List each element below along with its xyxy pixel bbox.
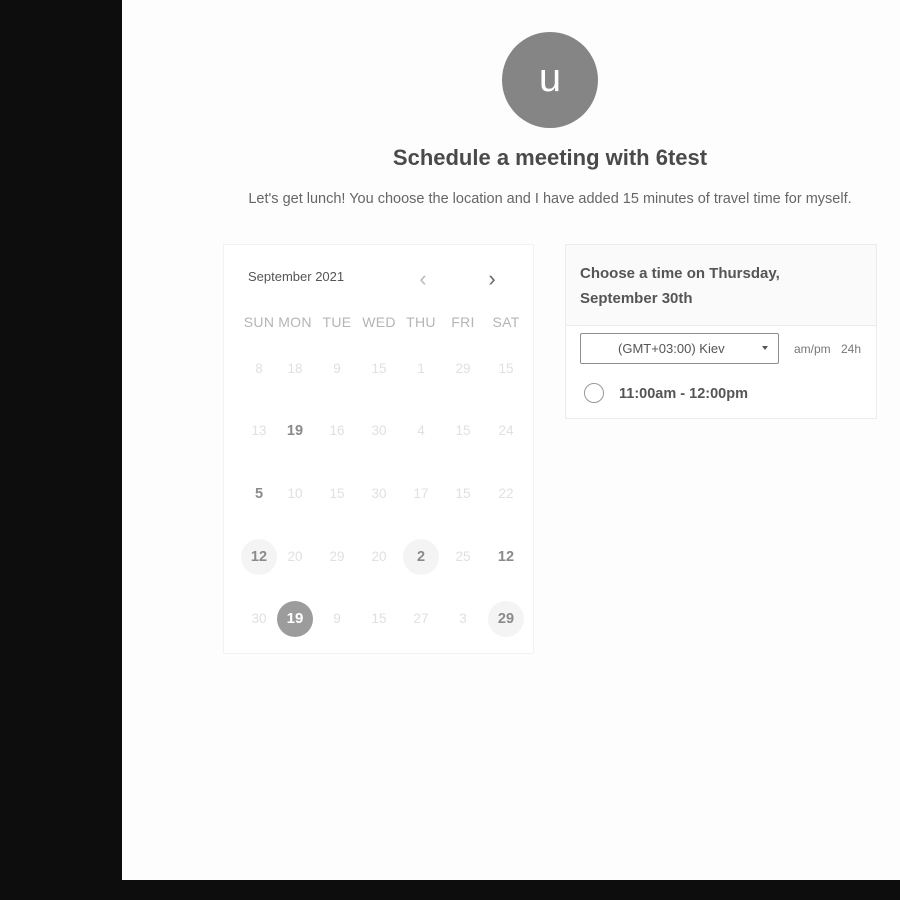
calendar-day: 8 [255, 361, 263, 376]
calendar-day: 10 [287, 486, 303, 501]
calendar-day: 18 [287, 361, 303, 376]
calendar-day: 15 [455, 486, 471, 501]
calendar-day[interactable]: 12 [488, 539, 524, 575]
calendar-day: 27 [413, 611, 429, 626]
weekday-mon: MON [278, 314, 312, 330]
weekday-wed: WED [362, 314, 396, 330]
page-title: Schedule a meeting with 6test [392, 145, 708, 170]
weekday-sat: SAT [492, 314, 520, 330]
calendar-day: 15 [371, 611, 387, 626]
calendar-day: 13 [251, 423, 267, 438]
calendar-day: 15 [455, 423, 471, 438]
calendar-day[interactable]: 2 [403, 539, 439, 575]
chevron-right-icon[interactable]: › [482, 266, 502, 292]
time-panel-title: Choose a time on Thursday, September 30t… [580, 265, 780, 307]
format-ampm-toggle[interactable]: am/pm [794, 342, 831, 356]
calendar-day: 15 [498, 361, 514, 376]
calendar-day[interactable]: 12 [241, 539, 277, 575]
time-slot-radio[interactable] [584, 383, 604, 403]
event-description: Let's get lunch! You choose the location… [248, 191, 852, 207]
selected-day[interactable]: 19 [277, 601, 313, 637]
calendar-day: 22 [498, 486, 514, 501]
calendar-day: 17 [413, 486, 429, 501]
time-slot-label[interactable]: 11:00am - 12:00pm [619, 386, 748, 402]
calendar-day: 30 [371, 486, 387, 501]
weekday-thu: THU [406, 314, 436, 330]
calendar-day: 9 [333, 611, 341, 626]
calendar-day: 3 [459, 611, 467, 626]
calendar-day: 1 [417, 361, 425, 376]
weekday-tue: TUE [322, 314, 352, 330]
caret-down-icon [762, 346, 768, 350]
calendar-day: 30 [251, 611, 267, 626]
calendar-month-label: September 2021 [248, 269, 345, 284]
calendar-day: 20 [287, 549, 303, 564]
weekday-fri: FRI [451, 314, 475, 330]
format-24h-toggle[interactable]: 24h [841, 342, 861, 356]
calendar-day: 24 [498, 423, 514, 438]
calendar-day: 4 [417, 423, 425, 438]
calendar-day: 20 [371, 549, 387, 564]
calendar-day: 16 [329, 423, 345, 438]
calendar-day: 29 [329, 549, 345, 564]
calendar-day[interactable]: 29 [488, 601, 524, 637]
calendar-day: 30 [371, 423, 387, 438]
host-avatar: u [502, 32, 598, 128]
calendar-day: 29 [455, 361, 471, 376]
calendar-panel [223, 244, 534, 654]
calendar-day[interactable]: 19 [277, 413, 313, 449]
timezone-value: (GMT+03:00) Kiev [618, 341, 725, 356]
calendar-day: 15 [371, 361, 387, 376]
calendar-day: 9 [333, 361, 341, 376]
chevron-left-icon[interactable]: ‹ [413, 266, 433, 292]
calendar-day: 15 [329, 486, 345, 501]
calendar-day[interactable]: 5 [241, 476, 277, 512]
calendar-day: 25 [455, 549, 471, 564]
